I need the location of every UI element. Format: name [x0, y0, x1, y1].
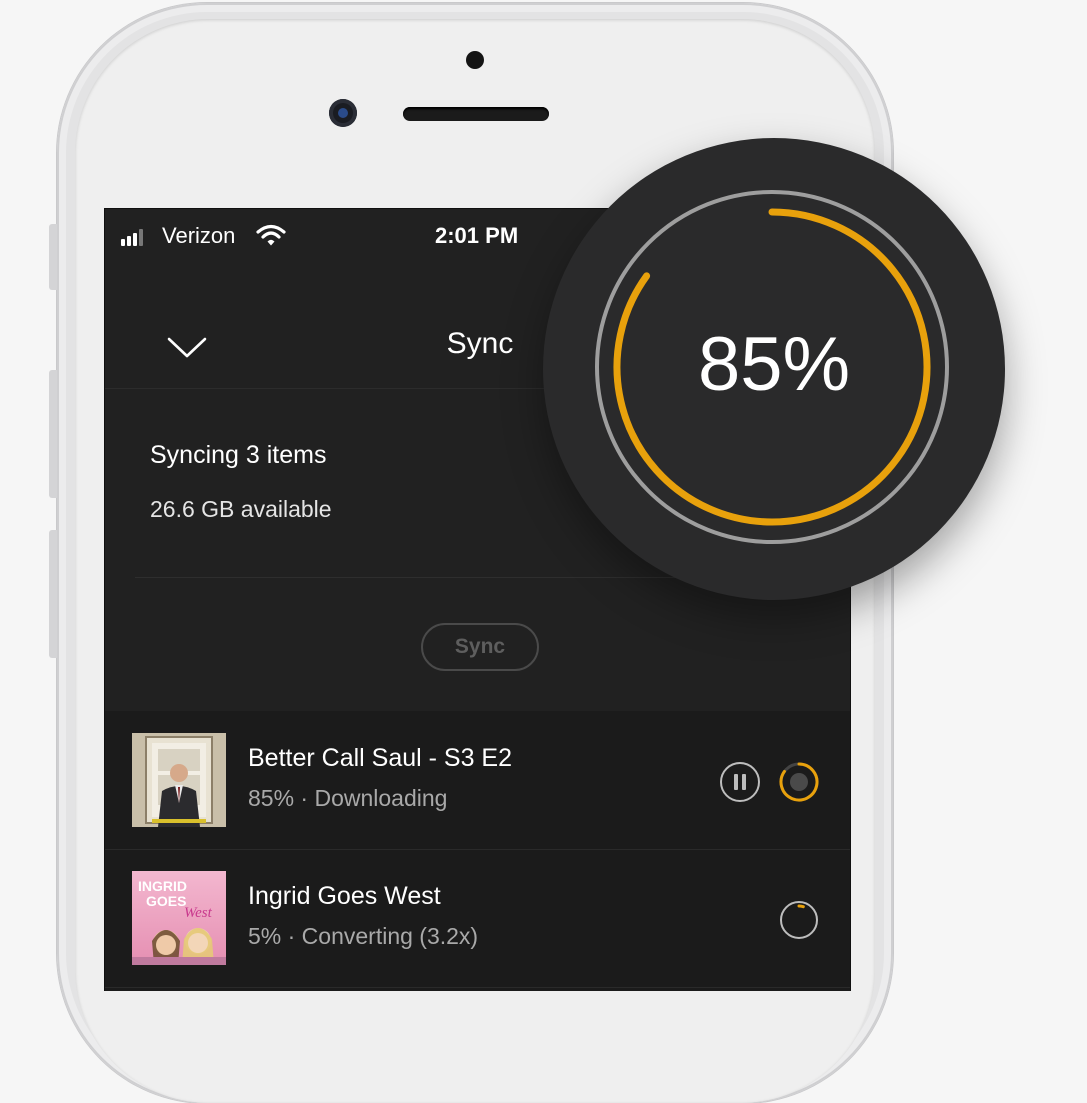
- sync-status-text: Syncing 3 items: [150, 441, 327, 469]
- poster-text-2: GOES: [146, 893, 186, 909]
- sync-button[interactable]: Sync: [421, 623, 539, 671]
- volume-down-button: [49, 530, 57, 658]
- mute-switch: [49, 224, 57, 290]
- item-title: Ingrid Goes West: [248, 882, 441, 910]
- storage-available-text: 26.6 GB available: [150, 496, 332, 522]
- earpiece-speaker: [403, 107, 549, 121]
- volume-up-button: [49, 370, 57, 498]
- item-status: 85% · Downloading: [248, 785, 448, 811]
- poster-thumbnail: INGRID GOES West: [132, 871, 226, 965]
- item-title: Better Call Saul - S3 E2: [248, 744, 513, 772]
- list-item[interactable]: Better Call Saul - S3 E2 85% · Downloadi…: [105, 711, 850, 850]
- sync-progress-badge: 85%: [543, 138, 1005, 600]
- progress-ring-icon[interactable]: [778, 899, 820, 941]
- status-time: 2:01 PM: [435, 223, 519, 248]
- wifi-icon: [256, 224, 286, 246]
- sync-summary: Syncing 3 items 26.6 GB available: [150, 441, 332, 522]
- carrier-name: Verizon: [162, 223, 236, 248]
- poster-text-1: INGRID: [138, 878, 187, 894]
- progress-percent: 85%: [697, 322, 851, 407]
- progress-ring-icon[interactable]: [778, 761, 820, 803]
- list-item[interactable]: INGRID GOES West Ingrid Goes West 5% · C…: [105, 849, 850, 988]
- item-progress-arc: [797, 904, 805, 909]
- poster-thumbnail: [132, 733, 226, 827]
- pause-icon[interactable]: [719, 761, 761, 803]
- front-camera: [329, 99, 357, 127]
- signal-strength-icon: [121, 229, 143, 246]
- item-status: 5% · Converting (3.2x): [248, 923, 479, 949]
- proximity-sensor: [466, 51, 484, 69]
- poster-text-3: West: [184, 905, 213, 921]
- sync-item-list: Better Call Saul - S3 E2 85% · Downloadi…: [105, 711, 850, 991]
